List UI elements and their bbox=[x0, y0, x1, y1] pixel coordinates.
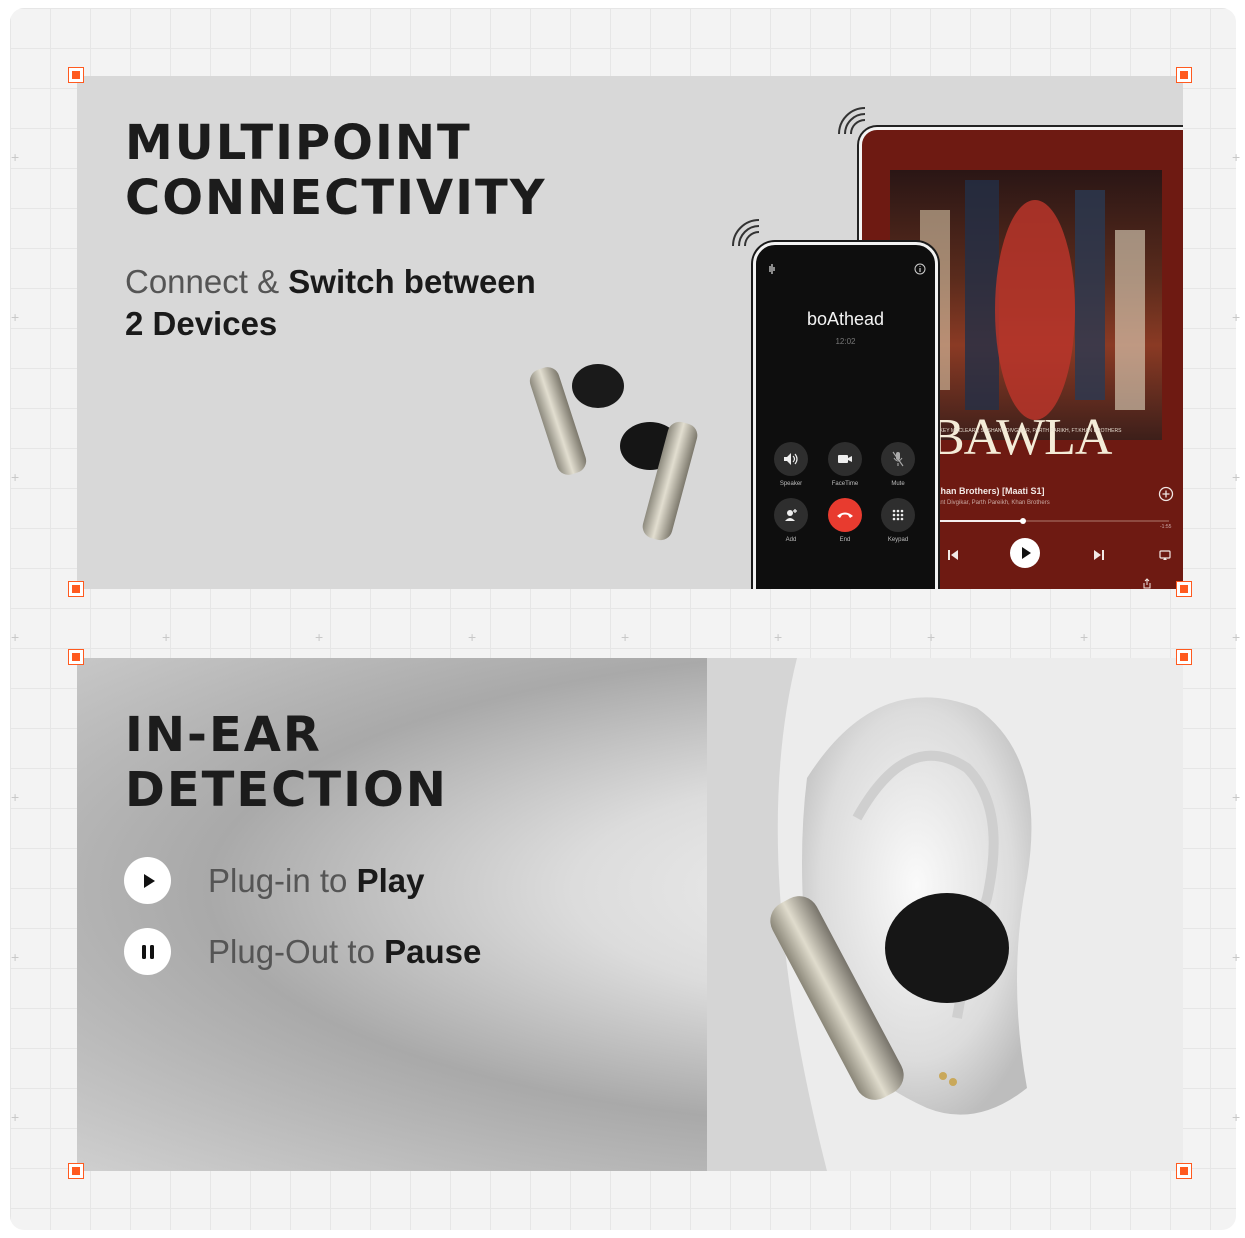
grid-plus-marker: + bbox=[162, 629, 171, 645]
mute-label: Mute bbox=[891, 481, 905, 487]
grid-plus-marker: + bbox=[1232, 789, 1241, 805]
inear-title-line2: DETECTION bbox=[125, 762, 448, 818]
play-bold-text: Play bbox=[356, 861, 425, 899]
multipoint-title: MULTIPOINT CONNECTIVITY bbox=[125, 116, 547, 226]
facetime-button[interactable]: FaceTime bbox=[827, 442, 863, 487]
end-call-label: End bbox=[839, 537, 851, 543]
grid-plus-marker: + bbox=[1232, 469, 1241, 485]
play-light-text: Plug-in to bbox=[208, 861, 348, 899]
grid-plus-marker: + bbox=[621, 629, 630, 645]
subtitle-bold-2: 2 Devices bbox=[125, 305, 278, 342]
corner-handle bbox=[68, 1163, 84, 1179]
corner-handle bbox=[1176, 67, 1192, 83]
multipoint-title-line1: MULTIPOINT bbox=[125, 115, 472, 171]
share-icon[interactable] bbox=[1141, 578, 1153, 589]
audio-wave-icon bbox=[769, 264, 775, 274]
track-artist: sant Divgikar, Parth Pareikh, Khan Broth… bbox=[934, 500, 1050, 506]
grid-plus-marker: + bbox=[1232, 1109, 1241, 1125]
grid-plus-marker: + bbox=[11, 789, 20, 805]
plug-in-play-text: Plug-in to Play bbox=[208, 862, 424, 900]
grid-plus-marker: + bbox=[11, 469, 20, 485]
track-title: Khan Brothers) [Maati S1] bbox=[934, 486, 1045, 496]
multipoint-subtitle: Connect & Switch between 2 Devices bbox=[125, 261, 536, 345]
grid-plus-marker: + bbox=[11, 309, 20, 325]
subtitle-bold-1: Switch between bbox=[288, 263, 536, 300]
mute-icon bbox=[892, 451, 904, 467]
grid-plus-marker: + bbox=[11, 949, 20, 965]
inear-panel: IN-EAR DETECTION Plug-in to Play Plug-Ou… bbox=[77, 658, 1183, 1171]
pause-bold-text: Pause bbox=[384, 932, 482, 970]
album-credits: MIKEY MCCLEARY, SUSHANT DIVGIKAR, PARTH … bbox=[934, 428, 1122, 434]
grid-plus-marker: + bbox=[1232, 309, 1241, 325]
grid-plus-marker: + bbox=[774, 629, 783, 645]
plug-out-pause-row: Plug-Out to Pause bbox=[124, 928, 481, 975]
phone-device: boAthead 12:02 Speaker FaceTime Mute Add… bbox=[753, 242, 938, 589]
add-call-label: Add bbox=[785, 537, 797, 543]
multipoint-title-line2: CONNECTIVITY bbox=[125, 170, 547, 226]
end-call-button[interactable]: End bbox=[827, 498, 863, 543]
previous-track-icon[interactable] bbox=[946, 548, 960, 562]
mute-button[interactable]: Mute bbox=[880, 442, 916, 487]
corner-handle bbox=[1176, 649, 1192, 665]
call-timer: 12:02 bbox=[835, 337, 856, 346]
album-title: BAWLA bbox=[930, 409, 1112, 466]
grid-plus-marker: + bbox=[11, 629, 20, 645]
grid-plus-marker: + bbox=[1080, 629, 1089, 645]
progress-knob[interactable] bbox=[1020, 518, 1027, 524]
corner-handle bbox=[68, 581, 84, 597]
ear-earbud-image bbox=[707, 658, 1183, 1171]
grid-plus-marker: + bbox=[1232, 149, 1241, 165]
plug-out-pause-text: Plug-Out to Pause bbox=[208, 933, 481, 971]
grid-plus-marker: + bbox=[468, 629, 477, 645]
end-call-icon bbox=[837, 512, 853, 518]
grid-plus-marker: + bbox=[11, 1109, 20, 1125]
keypad-button[interactable]: Keypad bbox=[880, 498, 916, 543]
earbuds-image bbox=[529, 364, 698, 541]
corner-handle bbox=[1176, 581, 1192, 597]
add-call-icon bbox=[785, 509, 797, 521]
inear-title-line1: IN-EAR bbox=[125, 707, 322, 763]
add-circle-icon[interactable] bbox=[1158, 486, 1174, 502]
next-track-icon[interactable] bbox=[1092, 548, 1106, 562]
pause-circle-icon bbox=[124, 928, 171, 975]
grid-plus-marker: + bbox=[315, 629, 324, 645]
plug-in-play-row: Plug-in to Play bbox=[124, 857, 424, 904]
speaker-button[interactable]: Speaker bbox=[773, 442, 809, 487]
play-button[interactable] bbox=[1009, 537, 1041, 569]
progress-fill bbox=[934, 520, 1024, 522]
airplay-icon[interactable] bbox=[1158, 548, 1172, 562]
grid-plus-marker: + bbox=[11, 149, 20, 165]
speaker-icon bbox=[784, 453, 798, 465]
multipoint-panel: MULTIPOINT CONNECTIVITY Connect & Switch… bbox=[77, 76, 1183, 589]
progress-track[interactable] bbox=[934, 518, 1169, 524]
add-call-button[interactable]: Add bbox=[773, 498, 809, 543]
corner-handle bbox=[68, 649, 84, 665]
grid-plus-marker: + bbox=[1232, 949, 1241, 965]
inear-title: IN-EAR DETECTION bbox=[125, 708, 448, 818]
pause-light-text: Plug-Out to bbox=[208, 932, 375, 970]
subtitle-light: Connect & bbox=[125, 263, 280, 300]
corner-handle bbox=[1176, 1163, 1192, 1179]
signal-waves-icon bbox=[732, 219, 760, 247]
facetime-label: FaceTime bbox=[831, 481, 859, 487]
grid-plus-marker: + bbox=[1232, 629, 1241, 645]
info-icon[interactable] bbox=[914, 263, 926, 275]
facetime-icon bbox=[838, 455, 852, 463]
play-circle-icon bbox=[124, 857, 171, 904]
speaker-label: Speaker bbox=[779, 481, 803, 487]
time-remaining: -1:55 bbox=[1160, 524, 1172, 530]
corner-handle bbox=[68, 67, 84, 83]
keypad-icon bbox=[892, 509, 904, 521]
keypad-label: Keypad bbox=[887, 537, 909, 543]
grid-plus-marker: + bbox=[927, 629, 936, 645]
caller-name: boAthead bbox=[806, 309, 885, 329]
